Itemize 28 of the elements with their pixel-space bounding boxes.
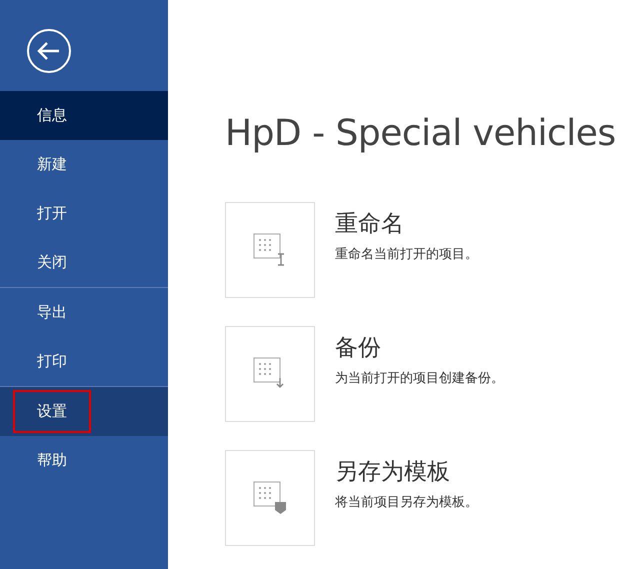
sidebar-item[interactable]: 打开 [0, 189, 168, 238]
sidebar-item[interactable]: 新建 [0, 140, 168, 189]
back-button[interactable] [26, 28, 72, 74]
sidebar-item[interactable]: 帮助 [0, 436, 168, 485]
action-title: 备份 [335, 334, 382, 363]
action-title: 另存为模板 [335, 458, 451, 487]
sidebar-item[interactable]: 打印 [0, 337, 168, 386]
menu-label: 帮助 [36, 450, 68, 471]
menu-label: 新建 [36, 154, 68, 175]
action-description: 将当前项目另存为模板。 [335, 494, 478, 511]
action-tile[interactable] [225, 326, 315, 422]
page-title: HpD - Special vehicles [225, 113, 617, 154]
menu-label: 打开 [36, 203, 68, 224]
menu-label: 打印 [36, 351, 68, 372]
sidebar-item[interactable]: 信息 [0, 91, 168, 140]
menu-label: 导出 [36, 302, 68, 323]
sidebar-item[interactable]: 设置 [0, 386, 168, 436]
sidebar-item[interactable]: 关闭 [0, 238, 168, 287]
menu-label: 关闭 [36, 252, 68, 273]
action-tile[interactable] [225, 202, 315, 298]
menu-label: 信息 [36, 105, 68, 126]
sidebar-item[interactable]: 导出 [0, 287, 168, 337]
menu-label: 设置 [13, 390, 91, 433]
action-description: 为当前打开的项目创建备份。 [335, 370, 504, 387]
action-description: 重命名当前打开的项目。 [335, 246, 478, 263]
action-tile[interactable] [225, 450, 315, 546]
template-icon [252, 480, 288, 516]
action-title: 重命名 [335, 210, 405, 239]
